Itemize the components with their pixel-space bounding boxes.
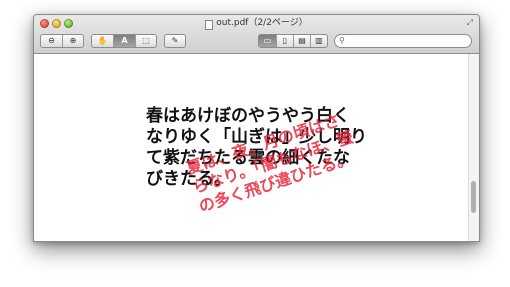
scrollbar-thumb[interactable] xyxy=(471,181,476,213)
select-icon[interactable]: ⬚ xyxy=(135,35,156,47)
continuous-icon[interactable]: ▤ xyxy=(293,35,310,47)
rotated-overlay-text: 夏は、夜。月の頃はさ らなり。「闇もなほ、螢 の多く飛び違ひたる。 xyxy=(184,83,440,217)
single-page-icon[interactable]: ▭ xyxy=(259,35,276,47)
search-input[interactable] xyxy=(349,35,467,47)
search-icon: ⚲ xyxy=(339,36,345,45)
hand-icon[interactable]: ✋ xyxy=(92,35,113,47)
vertical-scrollbar[interactable] xyxy=(468,54,479,241)
two-page-icon[interactable]: ▯ xyxy=(276,35,293,47)
pdf-document-icon: . xyxy=(205,20,214,30)
toolbar-toggle-icon[interactable]: ⤢ xyxy=(467,18,473,28)
zoom-out-icon[interactable]: ⊖ xyxy=(41,35,62,47)
text-select-tool[interactable]: A xyxy=(113,35,135,47)
annotate-button[interactable]: ✎ xyxy=(164,34,186,48)
tool-button-group: ✋ A ⬚ xyxy=(91,34,157,48)
pdf-page-area[interactable]: 春はあけぼのやうやう白く なりゆく「山ぎは」少し明り て紫だちたる雲の細くたな … xyxy=(34,54,479,241)
pencil-icon: ✎ xyxy=(171,36,179,45)
view-mode-group: ▭ ▯ ▤ ▥ xyxy=(258,34,328,48)
title-bar: .out.pdf（2/2ページ） ⤢ ⊖ ⊕ ✋ A ⬚ ✎ ▭ ▯ ▤ ▥ ⚲ xyxy=(34,15,479,54)
sidebar-icon[interactable]: ▥ xyxy=(310,35,327,47)
window-title-wrapper: .out.pdf（2/2ページ） xyxy=(34,18,479,30)
search-field[interactable]: ⚲ xyxy=(334,34,472,48)
zoom-in-icon[interactable]: ⊕ xyxy=(62,35,83,47)
window-title: out.pdf（2/2ページ） xyxy=(216,18,308,28)
zoom-button-group: ⊖ ⊕ xyxy=(40,34,84,48)
pdf-viewer-window: .out.pdf（2/2ページ） ⤢ ⊖ ⊕ ✋ A ⬚ ✎ ▭ ▯ ▤ ▥ ⚲ xyxy=(33,14,480,242)
